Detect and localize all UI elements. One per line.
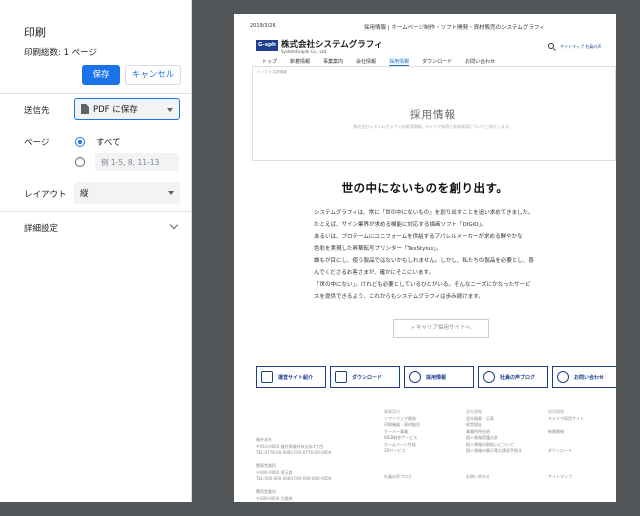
dropdown-caret-icon	[167, 108, 173, 112]
company-subname: SystemGraphi Co., Ltd.	[281, 49, 328, 54]
footer-col-company: 会社情報 会社概要・沿革 経営理念 事業所所在地 個人情報保護方針 個人情報の取扱いについ…	[466, 409, 522, 481]
footer-col-business: 事業案内 ソフトウェア開発 印刷機器・資材販売 サーバー事業 WEB制作サービス ホームペ…	[384, 409, 420, 481]
search-icon	[548, 43, 554, 49]
layout-value: 縦	[80, 189, 89, 199]
destination-label: 送信先	[24, 106, 50, 116]
layout-label: レイアウト	[24, 190, 67, 200]
nav-item: トップ	[262, 59, 278, 65]
more-settings-toggle[interactable]: 詳細設定	[24, 222, 58, 234]
divider	[0, 211, 191, 212]
career-site-button: » キャリア採用サイトへ	[393, 319, 489, 338]
pages-custom-radio[interactable]	[75, 157, 85, 167]
footer-line: 個人情報の開示等の請求手続き	[466, 448, 522, 453]
divider	[0, 93, 191, 94]
body-line: あるいは、プロテームにユニフォームを供給するアパレルメーカーが求める鮮やかな	[314, 234, 523, 240]
sheet-count: 印刷総数: 1 ページ	[24, 48, 98, 58]
nav-item: 採用情報	[389, 59, 410, 66]
company-logo: G-sph	[256, 40, 278, 51]
print-preview-page: 2019/3/26 採用情報 | ホームページ制作・ソフト開発・資材販売のシステ…	[234, 14, 616, 502]
link-tiles: 運営サイト紹介 ダウンロード 採用情報 社員の声ブログ お問い合わせ	[256, 366, 616, 388]
footer-line: WEB制作サービス	[384, 435, 418, 440]
tile-icon	[261, 371, 273, 383]
footer-col-recruit: 採用情報 キャリア採用サイト 新着情報 ダウンロード サイトマップ	[548, 409, 584, 481]
body-line: 色彩を実現した昇華転写プリンター「TexStylus」。	[314, 246, 442, 252]
pages-all-radio[interactable]	[75, 137, 85, 147]
print-header-title: 採用情報 | ホームページ制作・ソフト開発・資材販売のシステムグラフィ	[364, 25, 545, 31]
document-icon	[81, 104, 89, 114]
link-tile: お問い合わせ	[552, 366, 616, 388]
footer-line: キャリア採用サイト	[548, 415, 584, 421]
nav-item: 事業案内	[323, 59, 344, 65]
footer-line: TEL:000-000-0000 FAX:000-000-0000	[256, 476, 332, 481]
save-button[interactable]: 保存	[82, 65, 120, 85]
tile-label: ダウンロード	[352, 374, 383, 381]
tile-label: 運営サイト紹介	[278, 374, 314, 381]
footer-line: サイトマップ	[548, 474, 572, 479]
destination-select[interactable]: PDF に保存	[74, 98, 180, 120]
tile-icon	[409, 371, 421, 383]
cancel-button[interactable]: キャンセル	[125, 65, 181, 85]
hero-banner: トップ > 採用情報 採用情報 株式会社システムグラフィの採用情報。キャリア採用…	[252, 66, 616, 161]
footer-offices: 福井本社 〒910-0004 福井県福井市宝永4丁目 TEL:0776-00-000…	[256, 437, 331, 502]
body-text: システムグラフィは、常に「世の中にないもの」を創り出すことを追い求めてきました。…	[314, 207, 614, 303]
dropdown-caret-icon	[168, 191, 174, 195]
pages-custom-input[interactable]	[95, 153, 179, 171]
tile-label: お問い合わせ	[574, 374, 605, 381]
body-line: 「世の中にない」。けれども必要としているひとがいる。そんなニーズにかなったサービ	[314, 282, 531, 288]
hero-subtitle: 株式会社システムグラフィの採用情報。キャリア採用と新卒採用についてご紹介します。	[353, 124, 513, 129]
layout-select[interactable]: 縦	[74, 182, 180, 204]
link-tile: 採用情報	[404, 366, 474, 388]
body-line: たとえば、サイン業界が求める機能に対応する描画ソフト「DIGIO」。	[314, 222, 487, 228]
pages-all-label[interactable]: すべて	[96, 136, 121, 148]
body-line: スを提供できるよう、これからもシステムグラフィは歩み続けます。	[314, 294, 484, 300]
footer-line: TEL:0776-00-0000 FAX:0776-00-0000	[256, 450, 332, 455]
print-settings-panel: 印刷 印刷総数: 1 ページ 保存 キャンセル 送信先 PDF に保存 ページ …	[0, 0, 192, 502]
tile-icon	[335, 371, 347, 383]
footer-line: お問い合わせ	[466, 474, 490, 479]
print-header-date: 2019/3/26	[250, 23, 276, 29]
body-line: 誰もが目にし、使う製品ではないかもしれません。しかし、私たちの製品を必要とし、喜	[314, 258, 534, 264]
nav-item: ダウンロード	[422, 59, 453, 65]
top-links: サイトマップ 社員の声	[560, 44, 602, 49]
pages-label: ページ	[24, 138, 50, 148]
link-tile: ダウンロード	[330, 366, 400, 388]
footer-line: 印刷機器・資材販売	[384, 422, 420, 427]
body-line: システムグラフィは、常に「世の中にないもの」を創り出すことを追い求めてきました。	[314, 210, 534, 216]
print-title: 印刷	[24, 26, 46, 39]
body-line: んでくださるお客さまが、確かにそこにいます。	[314, 270, 434, 276]
tile-icon	[483, 371, 495, 383]
chevron-down-icon[interactable]	[169, 220, 179, 230]
destination-value: PDF に保存	[93, 105, 138, 115]
main-heading: 世の中にないものを創り出す。	[341, 181, 509, 195]
link-tile: 社員の声ブログ	[478, 366, 548, 388]
link-tile: 運営サイト紹介	[256, 366, 326, 388]
tile-label: 採用情報	[426, 374, 447, 381]
nav-item: 新着情報	[290, 59, 311, 65]
hero-title: 採用情報	[410, 109, 456, 121]
nav-item: 会社情報	[356, 59, 377, 65]
tile-icon	[557, 371, 569, 383]
site-nav: トップ 新着情報 事業案内 会社情報 採用情報 ダウンロード お問い合わせ	[262, 58, 508, 66]
tile-label: 社員の声ブログ	[500, 374, 536, 381]
nav-item: お問い合わせ	[465, 59, 496, 65]
footer-line: 社員の声ブログ	[384, 474, 412, 479]
breadcrumb: トップ > 採用情報	[257, 70, 287, 74]
